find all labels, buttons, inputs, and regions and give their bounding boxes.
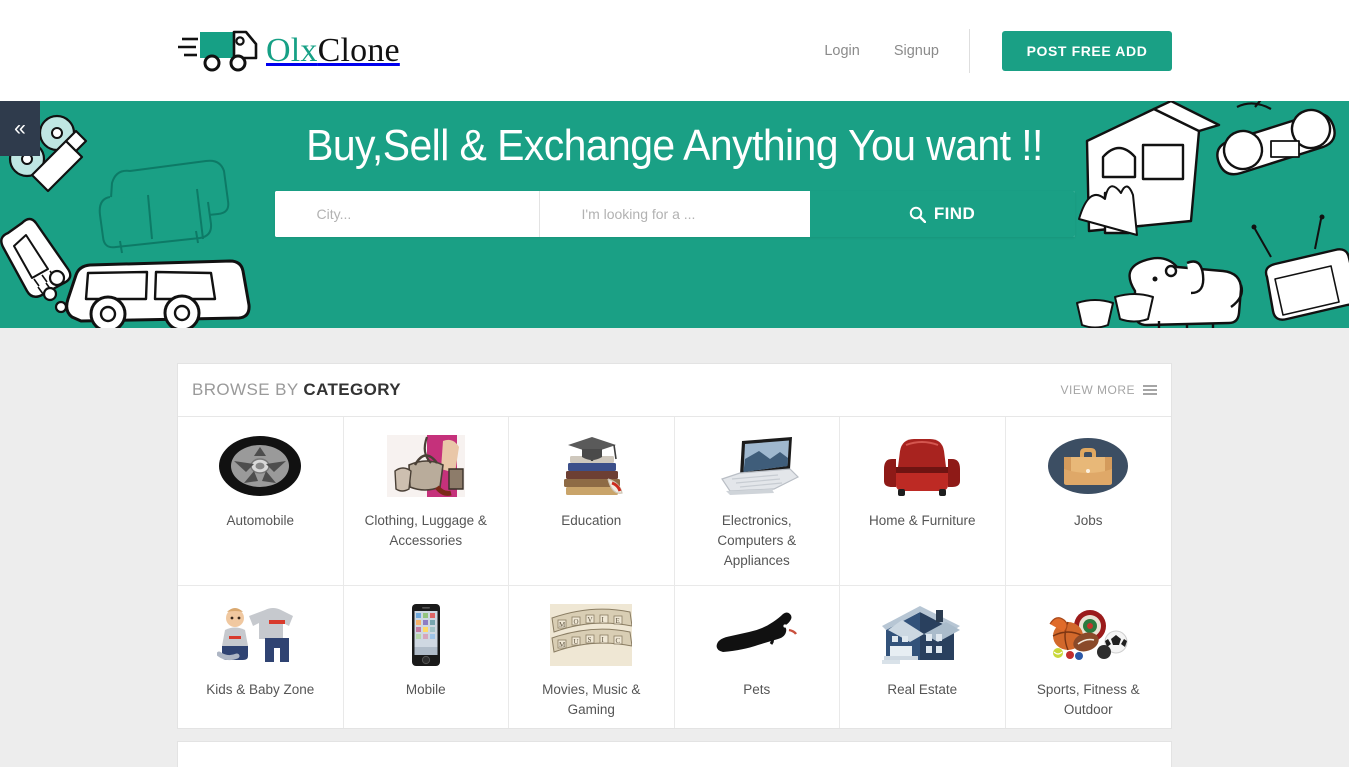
sidebar-collapse-toggle[interactable]: « [0,101,40,156]
panel-title-light: BROWSE BY [192,380,299,399]
city-input[interactable] [274,191,540,237]
category-label: Education [561,513,622,528]
category-label: Home & Furniture [868,513,976,528]
television-icon [1251,214,1349,321]
panel-header: BROWSE BY CATEGORY VIEW MORE [178,364,1171,417]
category-cell-sports[interactable]: Sports, Fitness & Outdoor [1006,586,1172,728]
hamburger-icon [1143,385,1157,395]
sports-balls-icon [1014,602,1164,668]
hero-title: Buy,Sell & Exchange Anything You want !! [306,121,1043,170]
view-more-button[interactable]: VIEW MORE [1060,383,1157,397]
category-label: Clothing, Luggage & Accessories [364,513,487,548]
house-icon [848,602,997,668]
signup-link[interactable]: Signup [894,43,939,59]
delivery-truck-icon [178,25,260,78]
category-label: Automobile [226,513,295,528]
category-label: Pets [743,682,771,697]
dog-icon [1128,256,1244,328]
category-cell-movies-music[interactable]: MOV IE MUS IC Movies, Music & Gaming [509,586,675,728]
category-cell-electronics[interactable]: Electronics, Computers & Appliances [674,417,840,586]
category-label: Movies, Music & Gaming [542,682,641,717]
handbags-icon [352,433,501,499]
nav-divider [969,28,970,73]
armchair-icon [848,433,997,499]
smartphone-icon [352,602,501,668]
main-content: BROWSE BY CATEGORY VIEW MORE Automobile … [0,328,1349,767]
svg-text:O: O [574,618,579,626]
site-logo[interactable]: OlxClone [178,24,400,78]
category-cell-mobile[interactable]: Mobile [344,586,509,728]
svg-text:U: U [574,638,579,646]
sofa-icon [98,159,230,254]
svg-text:M: M [559,641,566,649]
panel-title-bold: CATEGORY [303,380,402,399]
category-label: Mobile [405,682,446,697]
category-cell-kids-baby[interactable]: Kids & Baby Zone [178,586,344,728]
chevron-double-left-icon: « [14,116,26,140]
login-link[interactable]: Login [824,43,859,59]
film-strip-icon: MOV IE MUS IC [517,602,666,668]
svg-text:E: E [616,617,620,625]
dog-bowls-icon [1076,293,1154,328]
view-more-label: VIEW MORE [1060,383,1135,397]
category-cell-clothing[interactable]: Clothing, Luggage & Accessories [343,417,509,586]
books-graduation-cap-icon [517,433,666,499]
category-label: Kids & Baby Zone [206,682,315,697]
header-nav: Login Signup POST FREE ADD [824,0,1172,101]
dog-silhouette-icon [683,602,832,668]
laptop-icon [683,433,832,499]
svg-text:V: V [588,616,593,624]
logo-text-primary: Olx [266,32,318,69]
category-label: Jobs [1073,513,1103,528]
svg-text:C: C [616,637,621,645]
hero-search-bar: FIND [274,191,1075,237]
browse-by-category-panel: BROWSE BY CATEGORY VIEW MORE Automobile … [177,363,1172,729]
baby-clothes-icon [186,602,335,668]
category-grid: Automobile Clothing, Luggage & Accessori… [178,417,1171,728]
site-header: OlxClone Login Signup POST FREE ADD [0,0,1349,101]
briefcase-icon [1014,433,1164,499]
category-label: Sports, Fitness & Outdoor [1036,682,1140,717]
category-cell-pets[interactable]: Pets [675,586,840,728]
logo-text-secondary: Clone [317,32,400,69]
svg-text:S: S [588,636,592,644]
logo-text: OlxClone [266,32,400,70]
search-icon [909,206,926,223]
category-label: Electronics, Computers & Appliances [717,513,797,568]
hero-banner: « Buy,Sell & Exchange Anything You want … [0,101,1349,328]
category-cell-real-estate[interactable]: Real Estate [840,586,1006,728]
category-label: Real Estate [887,682,958,697]
search-query-input[interactable] [539,191,810,237]
find-button[interactable]: FIND [809,191,1075,237]
category-cell-education[interactable]: Education [509,417,675,586]
category-cell-automobile[interactable]: Automobile [178,417,344,586]
category-cell-jobs[interactable]: Jobs [1005,417,1171,586]
category-cell-home-furniture[interactable]: Home & Furniture [840,417,1006,586]
wheel-tire-icon [186,433,335,499]
mobile-phone-icon [0,217,72,298]
van-icon [42,259,251,328]
secondary-panel [177,741,1172,767]
svg-text:M: M [559,621,566,629]
page-title: BROWSE BY CATEGORY [192,380,401,400]
post-free-add-button[interactable]: POST FREE ADD [1002,30,1172,71]
find-button-label: FIND [933,204,976,223]
